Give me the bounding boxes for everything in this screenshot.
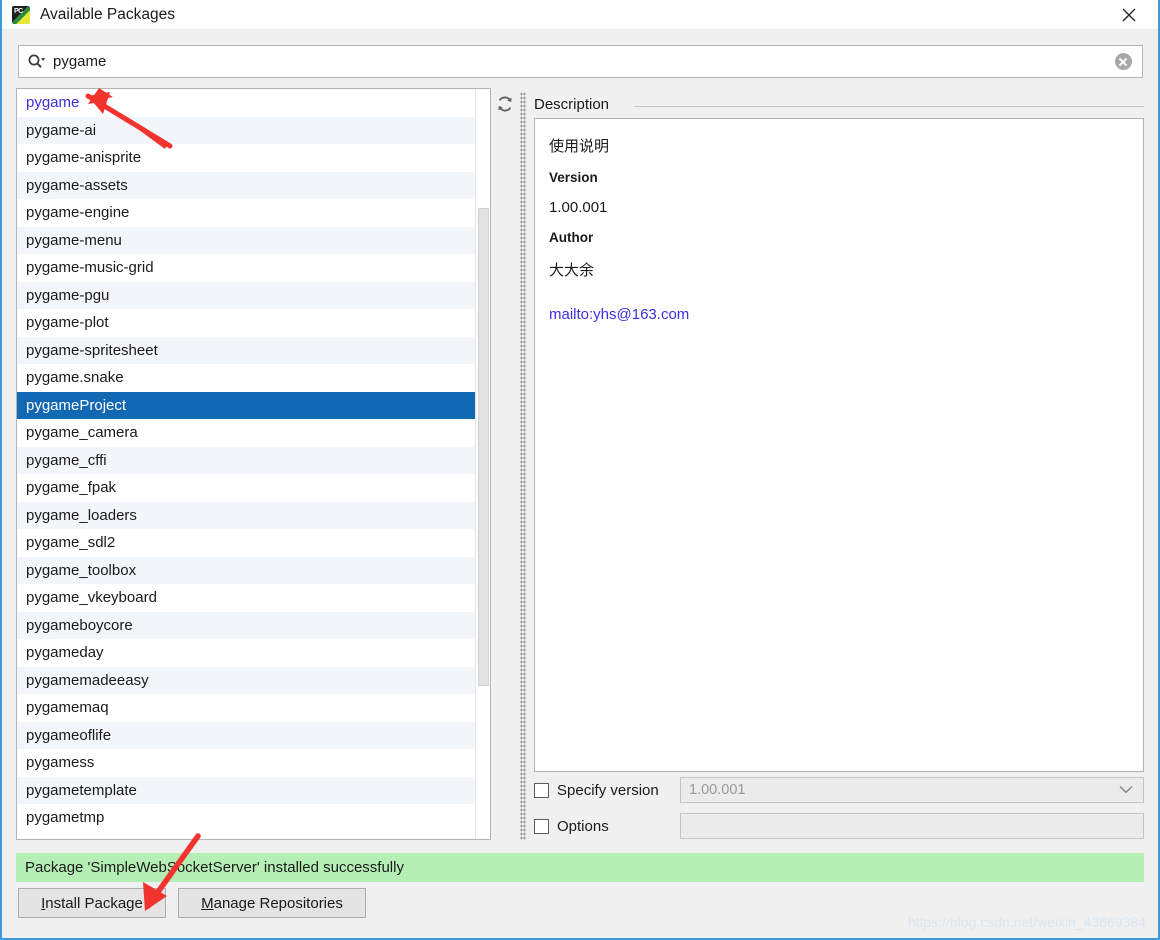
package-list-item[interactable]: pygameboycore — [17, 611, 476, 639]
package-list-item[interactable]: pygame-plot — [17, 309, 476, 337]
list-scrollbar-thumb[interactable] — [478, 208, 489, 686]
clear-icon[interactable] — [1104, 46, 1142, 77]
refresh-column — [492, 88, 518, 840]
package-list-item[interactable]: pygame-spritesheet — [17, 336, 476, 364]
version-label: Version — [549, 170, 598, 185]
pycharm-icon-label: PC — [14, 7, 23, 15]
package-list-item[interactable]: pygame-pgu — [17, 281, 476, 309]
page-title: Available Packages — [40, 5, 175, 23]
chevron-down-icon — [1119, 781, 1133, 799]
search-input[interactable] — [53, 47, 1104, 76]
package-list-item[interactable]: pygame_camera — [17, 419, 476, 447]
specify-version-checkbox[interactable] — [534, 782, 549, 798]
package-list-item[interactable]: pygame-anisprite — [17, 144, 476, 172]
available-packages-dialog: PC Available Packages pygamepygame-aipyg… — [0, 0, 1160, 940]
package-list-item[interactable]: pygamemaq — [17, 694, 476, 722]
package-list-item[interactable]: pygametmp — [17, 804, 476, 832]
description-header: Description — [530, 96, 1144, 118]
package-list-item[interactable]: pygame_fpak — [17, 474, 476, 502]
description-section: Description 使用说明 Version 1.00.001 Author… — [530, 96, 1144, 772]
specify-version-label: Specify version — [557, 781, 659, 799]
package-list-item[interactable]: pygame_sdl2 — [17, 529, 476, 557]
package-list-item[interactable]: pygame_cffi — [17, 446, 476, 474]
close-icon[interactable] — [1106, 0, 1152, 29]
package-list-item[interactable]: pygame_loaders — [17, 501, 476, 529]
specify-version-value: 1.00.001 — [689, 782, 746, 798]
package-list-rows: pygame pygame-ai pygame-anisprite pygame-as… — [17, 89, 476, 839]
manage-mnemonic: M — [201, 894, 214, 912]
options-row: Options — [534, 813, 1144, 839]
package-list-item[interactable]: pygameday — [17, 639, 476, 667]
description-content: 使用说明 Version 1.00.001 Author 大大余 mailto:… — [534, 118, 1144, 772]
package-list-item[interactable]: pygamemadeeasy — [17, 666, 476, 694]
title-bar: PC Available Packages — [2, 0, 1158, 29]
package-list-item[interactable]: pygame_vkeyboard — [17, 584, 476, 612]
specify-version-row: Specify version 1.00.001 — [534, 777, 1144, 803]
status-message: Package 'SimpleWebSocketServer' installe… — [25, 859, 404, 876]
refresh-icon[interactable] — [494, 93, 516, 115]
options-input[interactable] — [680, 813, 1144, 839]
author-label: Author — [549, 230, 594, 245]
status-bar: Package 'SimpleWebSocketServer' installe… — [16, 853, 1144, 882]
package-list-item[interactable]: pygame-engine — [17, 199, 476, 227]
package-list-item[interactable]: pygamess — [17, 749, 476, 777]
package-list[interactable]: pygame pygame-ai pygame-anisprite pygame-as… — [16, 88, 491, 840]
package-list-item[interactable]: pygame-assets — [17, 171, 476, 199]
options-label: Options — [557, 817, 609, 835]
search-bar[interactable] — [18, 45, 1143, 78]
install-package-button[interactable]: Install Package — [18, 888, 166, 918]
search-icon[interactable] — [19, 46, 53, 77]
pycharm-icon: PC — [12, 5, 30, 24]
specify-version-dropdown[interactable]: 1.00.001 — [680, 777, 1144, 803]
package-list-item[interactable]: pygame.snake — [17, 364, 476, 392]
options-checkbox[interactable] — [534, 818, 549, 834]
package-list-item[interactable]: pygametemplate — [17, 776, 476, 804]
package-list-item[interactable]: pygame-ai — [17, 116, 476, 144]
package-list-item[interactable]: pygame-menu — [17, 226, 476, 254]
package-list-item[interactable]: pygameProject — [17, 391, 476, 419]
package-list-item[interactable]: pygame — [17, 89, 476, 117]
watermark: https://blog.csdn.net/weixin_43669384 — [907, 914, 1146, 930]
manage-repositories-button[interactable]: Manage Repositories — [178, 888, 366, 918]
version-value: 1.00.001 — [549, 199, 608, 216]
manage-label: anage Repositories — [213, 894, 343, 912]
package-list-item[interactable]: pygame_toolbox — [17, 556, 476, 584]
author-value: 大大余 — [549, 261, 595, 279]
list-scrollbar[interactable] — [475, 89, 490, 839]
install-label: nstall Package — [45, 894, 143, 912]
description-divider — [634, 106, 1144, 107]
description-intro: 使用说明 — [549, 137, 610, 155]
description-label: Description — [534, 96, 618, 113]
package-list-item[interactable]: pygameoflife — [17, 721, 476, 749]
panel-splitter[interactable] — [520, 92, 526, 840]
package-list-item[interactable]: pygame-music-grid — [17, 254, 476, 282]
author-email-link[interactable]: mailto:yhs@163.com — [549, 306, 1129, 323]
